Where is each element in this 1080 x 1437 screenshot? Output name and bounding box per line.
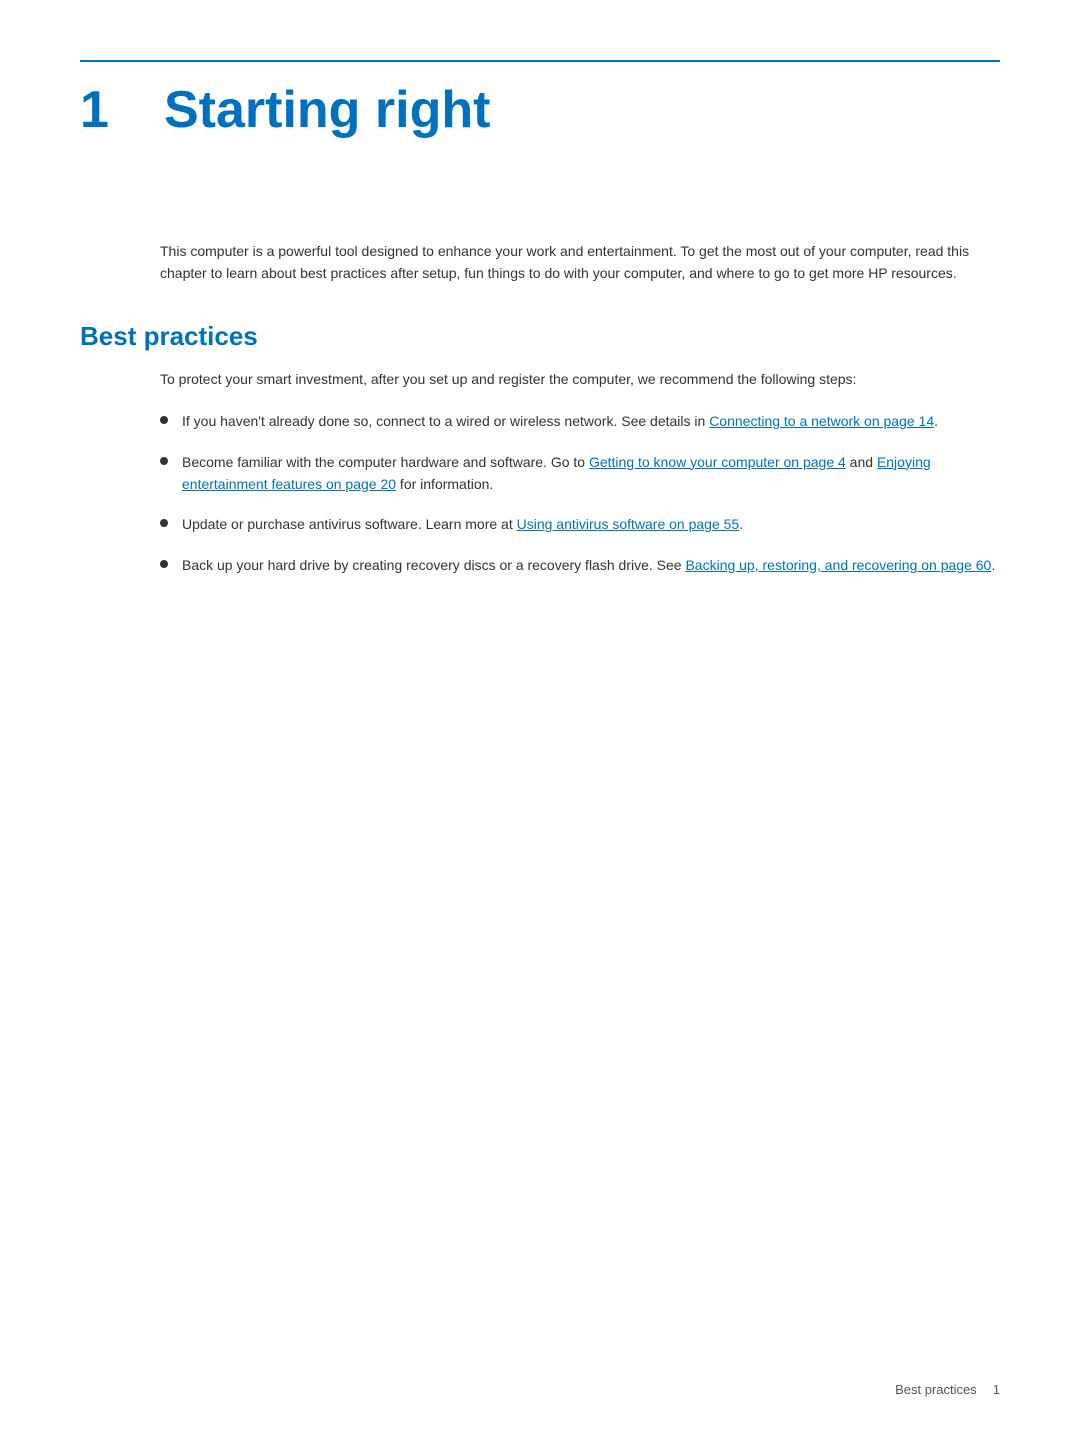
list-item: Become familiar with the computer hardwa… bbox=[160, 451, 1000, 496]
list-item: Back up your hard drive by creating reco… bbox=[160, 554, 1000, 576]
footer-section-label: Best practices bbox=[895, 1382, 977, 1397]
bullet-dot bbox=[160, 560, 168, 568]
bullet-text: Become familiar with the computer hardwa… bbox=[182, 451, 1000, 496]
bullet-dot bbox=[160, 519, 168, 527]
bullet-list: If you haven't already done so, connect … bbox=[160, 410, 1000, 576]
list-item: If you haven't already done so, connect … bbox=[160, 410, 1000, 432]
section-title: Best practices bbox=[80, 321, 1000, 352]
footer: Best practices 1 bbox=[895, 1382, 1000, 1397]
backing-up-link[interactable]: Backing up, restoring, and recovering on… bbox=[685, 557, 991, 573]
top-rule bbox=[80, 60, 1000, 62]
bullet-dot bbox=[160, 416, 168, 424]
page-container: 1 Starting right This computer is a powe… bbox=[0, 0, 1080, 1437]
footer-page-number: 1 bbox=[993, 1382, 1000, 1397]
section-intro: To protect your smart investment, after … bbox=[160, 368, 1000, 390]
bullet-text: If you haven't already done so, connect … bbox=[182, 410, 1000, 432]
intro-text: This computer is a powerful tool designe… bbox=[160, 240, 1000, 285]
chapter-header: 1 Starting right bbox=[80, 80, 1000, 140]
bullet-dot bbox=[160, 457, 168, 465]
bullet-text: Update or purchase antivirus software. L… bbox=[182, 513, 1000, 535]
connecting-to-network-link[interactable]: Connecting to a network on page 14 bbox=[709, 413, 934, 429]
antivirus-link[interactable]: Using antivirus software on page 55 bbox=[517, 516, 740, 532]
list-item: Update or purchase antivirus software. L… bbox=[160, 513, 1000, 535]
chapter-title: Starting right bbox=[164, 80, 490, 140]
getting-to-know-link[interactable]: Getting to know your computer on page 4 bbox=[589, 454, 846, 470]
chapter-number: 1 bbox=[80, 80, 140, 140]
bullet-text: Back up your hard drive by creating reco… bbox=[182, 554, 1000, 576]
